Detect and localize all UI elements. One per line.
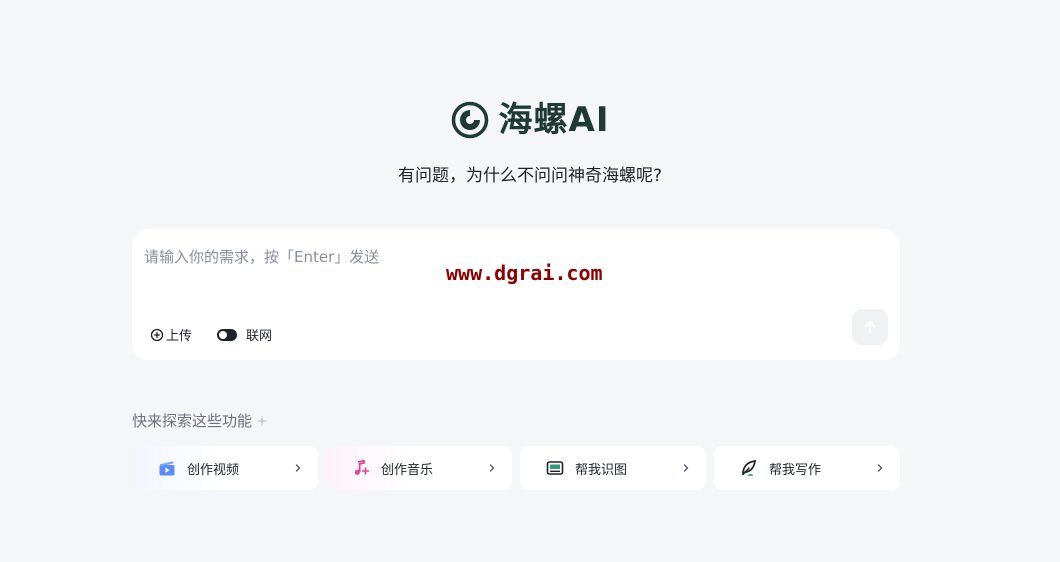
toggle-switch[interactable]: [217, 328, 237, 341]
feature-label: 帮我写作: [769, 462, 822, 478]
arrow-up-icon: [864, 320, 876, 334]
feature-label: 创作视频: [187, 462, 240, 478]
web-search-toggle[interactable]: 联网: [217, 325, 272, 344]
web-search-label: 联网: [246, 329, 273, 344]
plus-circle-icon: [150, 328, 164, 341]
feature-card-writing[interactable]: 帮我写作: [714, 446, 900, 490]
feature-list: 创作视频 创作音乐 帮我识图 帮我写作: [132, 446, 900, 490]
feature-label: 帮我识图: [575, 462, 628, 478]
sparkle-icon: [256, 415, 269, 427]
feature-card-image-recognition[interactable]: 帮我识图: [520, 446, 706, 490]
upload-button[interactable]: 上传: [150, 325, 192, 344]
chevron-right-icon: [683, 464, 689, 472]
upload-label: 上传: [166, 329, 193, 344]
watermark-text: www.dgrai.com: [446, 261, 603, 285]
feature-card-create-music[interactable]: 创作音乐: [326, 446, 512, 490]
chevron-right-icon: [295, 464, 301, 472]
send-button[interactable]: [852, 309, 888, 345]
explore-section-title: 快来探索这些功能: [132, 410, 269, 432]
snail-shell-logo-icon: [451, 101, 488, 139]
video-icon: [159, 461, 175, 476]
feature-card-create-video[interactable]: 创作视频: [132, 446, 318, 490]
chat-input-box: www.dgrai.com 上传 联网: [132, 229, 900, 360]
music-icon: [354, 459, 370, 475]
toggle-knob: [219, 330, 227, 339]
feather-pen-icon: [742, 460, 756, 476]
feature-label: 创作音乐: [381, 462, 434, 478]
tagline: 有问题，为什么不问问神奇海螺呢?: [397, 166, 663, 186]
brand-name: 海螺AI: [498, 100, 610, 140]
explore-title-text: 快来探索这些功能: [132, 412, 253, 430]
brand-logo: 海螺AI: [0, 98, 1060, 142]
chevron-right-icon: [877, 464, 883, 472]
image-icon: [546, 461, 564, 475]
chevron-right-icon: [489, 464, 495, 472]
